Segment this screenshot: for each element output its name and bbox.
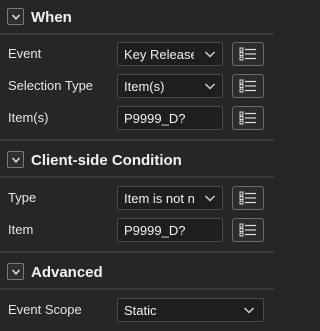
list-icon bbox=[239, 47, 256, 61]
items-list-button[interactable] bbox=[232, 106, 264, 130]
section-header-when[interactable]: When bbox=[0, 0, 274, 34]
list-icon bbox=[239, 191, 256, 205]
condition-item-input[interactable]: P9999_D? bbox=[117, 218, 223, 242]
row-event: Event Key Release bbox=[0, 40, 274, 68]
condition-type-value: Item is not nu bbox=[124, 191, 194, 206]
divider bbox=[0, 288, 274, 290]
event-label: Event bbox=[8, 46, 42, 61]
items-value: P9999_D? bbox=[124, 111, 186, 126]
chevron-down-icon bbox=[243, 307, 255, 314]
chevron-down-icon bbox=[11, 268, 20, 275]
selection-type-value: Item(s) bbox=[124, 79, 165, 94]
divider bbox=[0, 33, 274, 35]
items-label: Item(s) bbox=[8, 110, 49, 125]
chevron-down-icon bbox=[11, 156, 20, 163]
divider bbox=[0, 251, 274, 253]
collapse-condition-button[interactable] bbox=[7, 151, 24, 168]
selection-type-list-button[interactable] bbox=[232, 74, 264, 98]
section-title-condition: Client-side Condition bbox=[31, 151, 182, 169]
condition-type-list-button[interactable] bbox=[232, 186, 264, 210]
section-title-when: When bbox=[31, 8, 72, 26]
chevron-down-icon bbox=[11, 13, 20, 20]
event-list-button[interactable] bbox=[232, 42, 264, 66]
chevron-down-icon bbox=[204, 83, 216, 90]
list-icon bbox=[239, 79, 256, 93]
row-condition-type: Type Item is not nu bbox=[0, 184, 274, 212]
collapse-when-button[interactable] bbox=[7, 8, 24, 25]
collapse-advanced-button[interactable] bbox=[7, 263, 24, 280]
condition-item-list-button[interactable] bbox=[232, 218, 264, 242]
section-title-advanced: Advanced bbox=[31, 263, 103, 281]
chevron-down-icon bbox=[204, 195, 216, 202]
divider bbox=[0, 176, 274, 178]
condition-item-value: P9999_D? bbox=[124, 223, 186, 238]
event-value: Key Release bbox=[124, 47, 194, 62]
event-scope-select[interactable]: Static bbox=[117, 298, 264, 322]
row-event-scope: Event Scope Static bbox=[0, 296, 274, 324]
selection-type-select[interactable]: Item(s) bbox=[117, 74, 223, 98]
items-input[interactable]: P9999_D? bbox=[117, 106, 223, 130]
section-header-advanced[interactable]: Advanced bbox=[0, 255, 274, 289]
event-select[interactable]: Key Release bbox=[117, 42, 223, 66]
row-selection-type: Selection Type Item(s) bbox=[0, 72, 274, 100]
divider bbox=[0, 139, 274, 141]
event-scope-label: Event Scope bbox=[8, 302, 82, 317]
condition-type-select[interactable]: Item is not nu bbox=[117, 186, 223, 210]
chevron-down-icon bbox=[204, 51, 216, 58]
selection-type-label: Selection Type bbox=[8, 78, 94, 93]
list-icon bbox=[239, 111, 256, 125]
condition-type-label: Type bbox=[8, 190, 37, 205]
row-items: Item(s) P9999_D? bbox=[0, 104, 274, 132]
list-icon bbox=[239, 223, 256, 237]
event-scope-value: Static bbox=[124, 303, 157, 318]
row-condition-item: Item P9999_D? bbox=[0, 216, 274, 244]
condition-item-label: Item bbox=[8, 222, 34, 237]
section-header-condition[interactable]: Client-side Condition bbox=[0, 143, 274, 177]
